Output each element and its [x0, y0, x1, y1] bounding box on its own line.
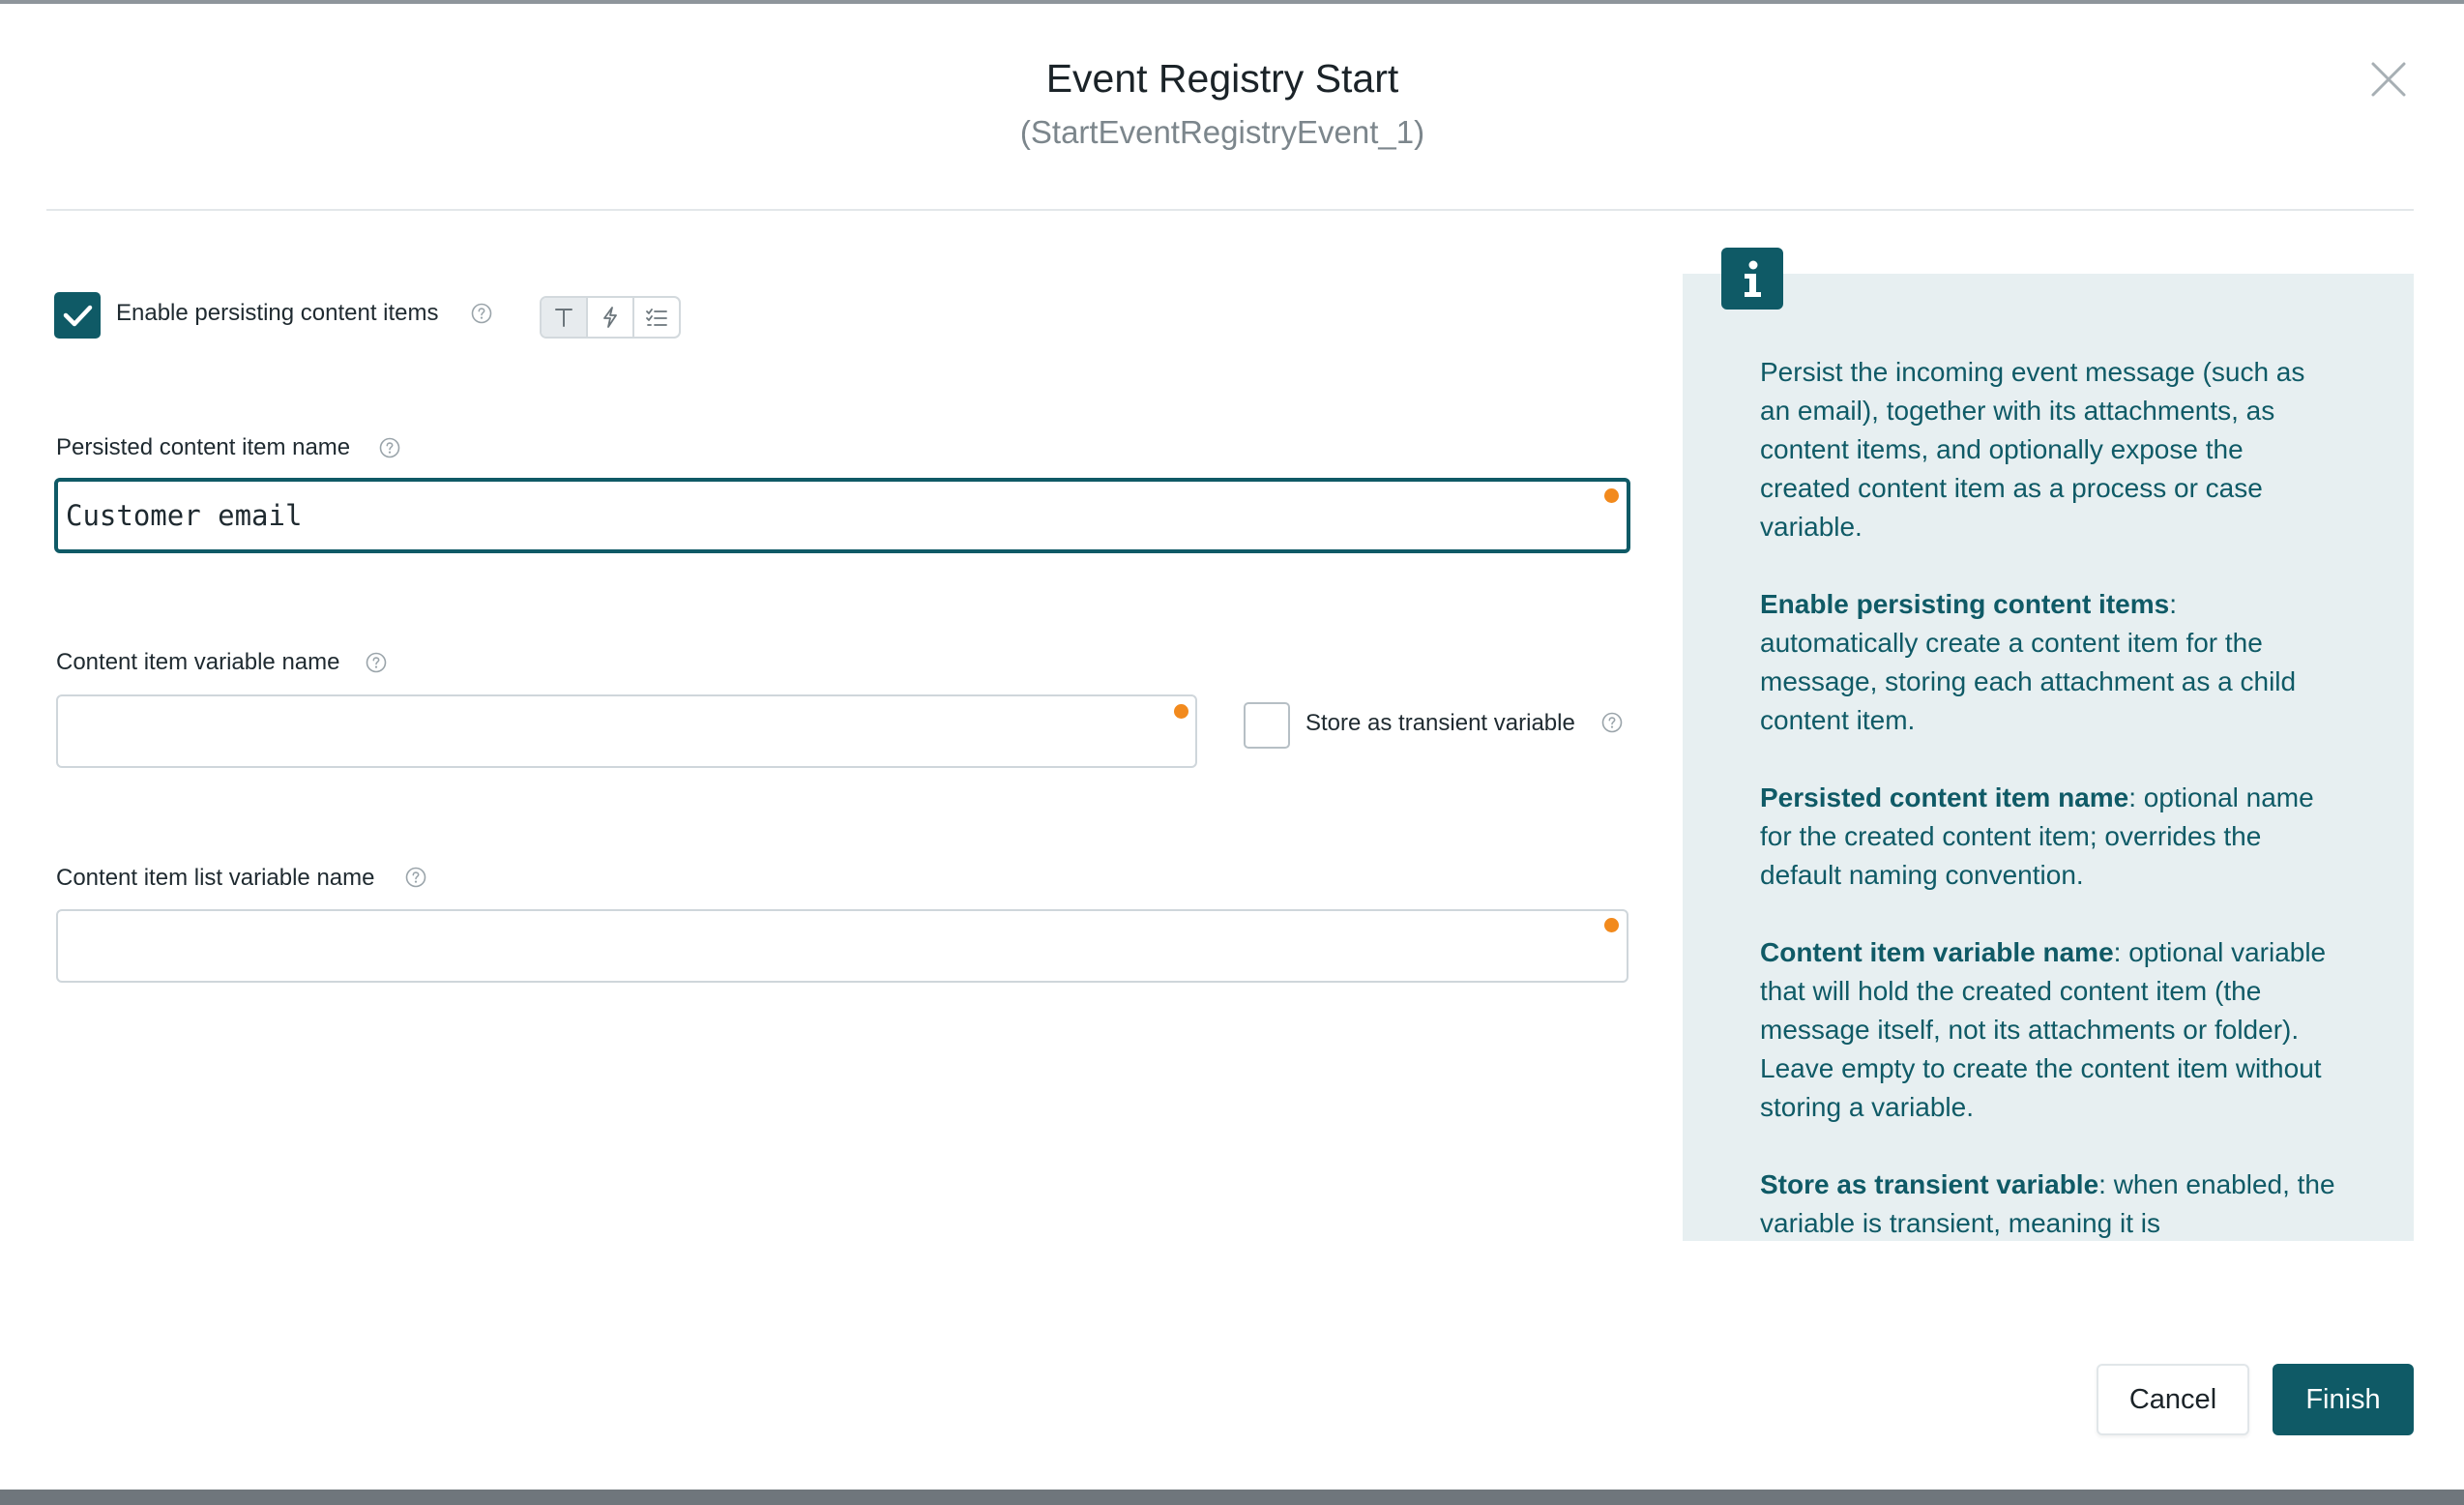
info-item: Content item variable name: optional var…	[1760, 933, 2340, 1127]
info-term: Persisted content item name	[1760, 782, 2129, 812]
info-badge	[1721, 248, 1783, 310]
info-item: Persisted content item name: optional na…	[1760, 779, 2340, 895]
info-panel[interactable]: Persist the incoming event message (such…	[1683, 274, 2414, 1241]
info-text: Persist the incoming event message (such…	[1760, 353, 2340, 1241]
value-type-toggle[interactable]	[540, 296, 681, 339]
window-bottom-border	[0, 1490, 2464, 1505]
window-top-border	[0, 0, 2464, 4]
variable-name-label: Content item variable name	[56, 649, 340, 675]
text-icon	[555, 309, 572, 327]
info-term: Store as transient variable	[1760, 1169, 2099, 1199]
info-item: Enable persisting content items: automat…	[1760, 585, 2340, 740]
checkmark-icon	[63, 305, 93, 327]
list-type-button[interactable]	[634, 298, 679, 337]
enable-persisting-checkbox[interactable]	[54, 292, 101, 339]
expression-type-button[interactable]	[588, 298, 634, 337]
persisted-name-input[interactable]	[54, 478, 1630, 553]
info-intro: Persist the incoming event message (such…	[1760, 357, 2305, 542]
variable-name-input[interactable]	[56, 694, 1197, 768]
header-divider	[46, 209, 2414, 211]
dialog-title: Event Registry Start	[1045, 56, 1399, 101]
expression-icon	[603, 307, 617, 328]
help-icon[interactable]	[379, 437, 400, 458]
text-type-button[interactable]	[542, 298, 588, 337]
help-icon[interactable]	[1601, 712, 1623, 733]
list-variable-name-input[interactable]	[56, 909, 1628, 983]
enable-persisting-label: Enable persisting content items	[116, 300, 439, 326]
list-variable-name-label: Content item list variable name	[56, 865, 375, 891]
transient-variable-label: Store as transient variable	[1305, 710, 1575, 736]
close-icon	[2371, 62, 2406, 97]
info-icon	[1745, 260, 1761, 297]
help-icon[interactable]	[366, 652, 387, 673]
required-indicator	[1604, 918, 1619, 932]
info-item: Store as transient variable: when enable…	[1760, 1166, 2340, 1241]
info-term: Enable persisting content items	[1760, 589, 2170, 619]
required-indicator	[1604, 488, 1619, 503]
transient-variable-checkbox[interactable]	[1244, 702, 1290, 749]
persisted-name-label: Persisted content item name	[56, 434, 351, 460]
info-term: Content item variable name	[1760, 937, 2114, 967]
finish-button[interactable]: Finish	[2273, 1364, 2414, 1435]
list-icon	[646, 309, 667, 326]
dialog-subtitle: (StartEventRegistryEvent_1)	[1019, 114, 1425, 150]
help-icon[interactable]	[405, 867, 426, 888]
cancel-button[interactable]: Cancel	[2097, 1364, 2249, 1435]
close-button[interactable]	[2365, 56, 2412, 103]
help-icon[interactable]	[471, 303, 492, 324]
required-indicator	[1174, 704, 1188, 719]
